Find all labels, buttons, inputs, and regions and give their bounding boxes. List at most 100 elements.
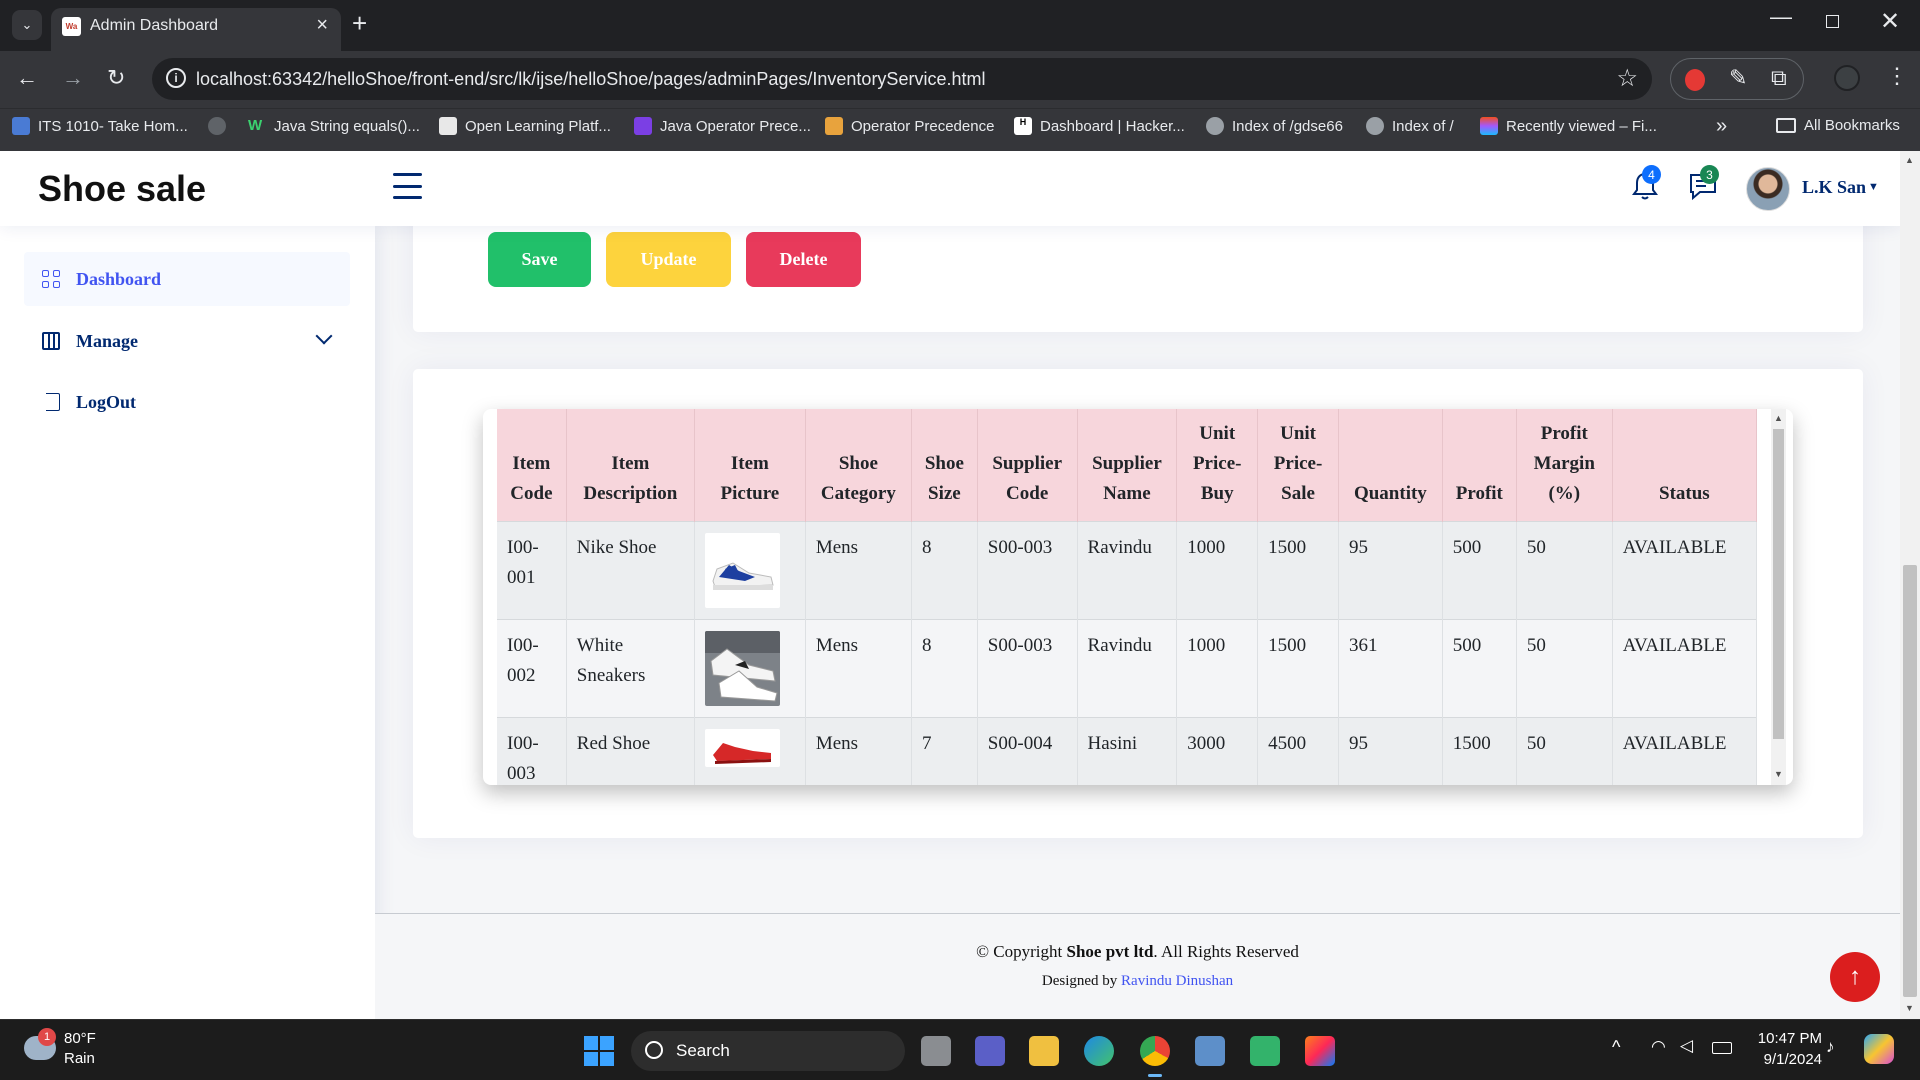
- designer-link[interactable]: Ravindu Dinushan: [1121, 973, 1233, 989]
- site-info-icon[interactable]: i: [166, 68, 186, 88]
- column-header[interactable]: Supplier Name: [1077, 409, 1178, 522]
- bookmark-item[interactable]: Operator Precedence: [825, 117, 994, 135]
- notification-center-icon[interactable]: ♪: [1826, 1037, 1835, 1057]
- page-scrollbar-thumb[interactable]: [1903, 565, 1917, 997]
- column-header[interactable]: Profit: [1442, 409, 1517, 522]
- back-arrow-icon[interactable]: ←: [16, 65, 38, 91]
- task-view-icon[interactable]: [921, 1036, 951, 1066]
- file-explorer-icon[interactable]: [1029, 1036, 1059, 1066]
- edge-browser-icon[interactable]: [1084, 1036, 1114, 1066]
- table-row[interactable]: I00-001 Nike Shoe Mens 8 S00-003 Ravindu…: [497, 521, 1758, 620]
- scroll-up-arrow-icon[interactable]: ▲: [1774, 413, 1783, 423]
- back-to-top-button[interactable]: ↑: [1830, 952, 1880, 1002]
- extensions-group: ✎ ⧉: [1670, 58, 1804, 100]
- cell-unit-price-buy: 1000: [1176, 619, 1259, 718]
- volume-icon[interactable]: ◁: [1680, 1036, 1693, 1056]
- column-header[interactable]: Profit Margin (%): [1516, 409, 1613, 522]
- window-close-icon[interactable]: ✕: [1880, 7, 1900, 36]
- caret-down-icon[interactable]: ▼: [1868, 181, 1879, 193]
- extensions-puzzle-icon[interactable]: ⧉: [1771, 65, 1787, 91]
- chrome-browser-icon[interactable]: [1140, 1036, 1170, 1077]
- weather-condition[interactable]: Rain: [64, 1050, 95, 1067]
- intellij-idea-icon[interactable]: [1305, 1036, 1335, 1066]
- photos-icon[interactable]: [1195, 1036, 1225, 1066]
- table-row[interactable]: I00-002 White Sneakers Mens 8 S00-003 Ra…: [497, 619, 1758, 718]
- browser-menu-icon[interactable]: ⋮: [1886, 63, 1908, 89]
- bookmark-item[interactable]: W Java String equals()...: [248, 117, 420, 135]
- profile-avatar-icon[interactable]: [1834, 65, 1860, 91]
- page-viewport: Shoe sale 4 3 L.K San ▼ Dashboard Manage: [0, 151, 1900, 1019]
- brand-logo[interactable]: Shoe sale: [38, 168, 206, 210]
- scroll-down-arrow-icon[interactable]: ▼: [1774, 769, 1783, 779]
- save-button[interactable]: Save: [488, 232, 591, 287]
- column-header[interactable]: Status: [1612, 409, 1758, 522]
- copilot-icon[interactable]: [1864, 1034, 1894, 1064]
- sidebar-item-label: Dashboard: [76, 268, 162, 289]
- bookmark-label: Index of /gdse66: [1232, 117, 1343, 135]
- app-green-icon[interactable]: [1250, 1036, 1280, 1066]
- globe-icon: [1366, 117, 1384, 135]
- scroll-up-arrow-icon[interactable]: ▲: [1905, 155, 1914, 165]
- dashboard-grid-icon: [42, 270, 60, 288]
- weather-temperature[interactable]: 80°F: [64, 1030, 96, 1047]
- color-picker-extension-icon[interactable]: ✎: [1729, 65, 1747, 91]
- column-header[interactable]: Item Picture: [694, 409, 806, 522]
- tab-close-icon[interactable]: ×: [316, 14, 328, 37]
- column-header[interactable]: Shoe Size: [911, 409, 978, 522]
- clock-date[interactable]: 9/1/2024: [1752, 1051, 1822, 1068]
- wifi-icon[interactable]: ◠: [1651, 1037, 1666, 1057]
- sidebar-item-logout[interactable]: LogOut: [24, 375, 350, 429]
- forward-arrow-icon[interactable]: →: [62, 65, 84, 91]
- bookmark-star-icon[interactable]: ☆: [1616, 64, 1638, 93]
- taskbar-search-box[interactable]: Search: [631, 1031, 905, 1071]
- bookmark-item[interactable]: Recently viewed – Fi...: [1480, 117, 1657, 135]
- update-button[interactable]: Update: [606, 232, 731, 287]
- reload-icon[interactable]: ↻: [107, 65, 125, 91]
- bookmark-item[interactable]: Open Learning Platf...: [439, 117, 611, 135]
- page-scrollbar[interactable]: ▲ ▼: [1900, 151, 1920, 1019]
- chevron-up-icon[interactable]: ^: [1612, 1037, 1620, 1058]
- table-header-row: Item Code Item Description Item Picture …: [497, 409, 1758, 522]
- table-row[interactable]: I00-003 Red Shoe Mens 7 S00-004 Hasini 3…: [497, 717, 1758, 785]
- column-header[interactable]: Unit Price-Sale: [1257, 409, 1339, 522]
- tab-search-button[interactable]: ⌄: [12, 10, 42, 40]
- column-header[interactable]: Unit Price-Buy: [1176, 409, 1259, 522]
- minimize-icon[interactable]: —: [1770, 4, 1792, 30]
- battery-icon[interactable]: [1712, 1042, 1732, 1054]
- company-name: Shoe pvt ltd: [1066, 942, 1154, 961]
- bookmark-item[interactable]: ITS 1010- Take Hom...: [12, 117, 188, 135]
- user-name-dropdown[interactable]: L.K San: [1802, 177, 1866, 198]
- bookmark-item[interactable]: H Dashboard | Hacker...: [1014, 117, 1185, 135]
- address-bar[interactable]: i localhost:63342/helloShoe/front-end/sr…: [152, 58, 1652, 100]
- delete-button[interactable]: Delete: [746, 232, 861, 287]
- maximize-icon[interactable]: [1826, 15, 1839, 28]
- bookmark-item-github[interactable]: [208, 117, 226, 135]
- cell-supplier-name: Hasini: [1077, 717, 1178, 785]
- table-scrollbar-thumb[interactable]: [1773, 429, 1784, 739]
- sidebar-toggle-icon[interactable]: [393, 173, 422, 199]
- windows-start-icon[interactable]: [584, 1036, 614, 1066]
- more-bookmarks-icon[interactable]: »: [1716, 115, 1727, 138]
- inventory-table-container[interactable]: Item Code Item Description Item Picture …: [483, 409, 1793, 785]
- column-header[interactable]: Quantity: [1338, 409, 1443, 522]
- scroll-down-arrow-icon[interactable]: ▼: [1905, 1003, 1914, 1013]
- new-tab-icon[interactable]: +: [352, 8, 367, 39]
- adblock-extension-icon[interactable]: [1685, 69, 1705, 91]
- column-header[interactable]: Supplier Code: [977, 409, 1078, 522]
- all-bookmarks-button[interactable]: All Bookmarks: [1776, 117, 1900, 134]
- column-header[interactable]: Item Code: [497, 409, 567, 522]
- column-header[interactable]: Item Description: [566, 409, 695, 522]
- teams-icon[interactable]: [975, 1036, 1005, 1066]
- clock-time[interactable]: 10:47 PM: [1752, 1030, 1822, 1047]
- browser-tab-admin-dashboard[interactable]: Wa Admin Dashboard ×: [51, 8, 341, 51]
- bookmark-item[interactable]: Index of /: [1366, 117, 1454, 135]
- sidebar-item-dashboard[interactable]: Dashboard: [24, 252, 350, 306]
- bookmark-item[interactable]: Java Operator Prece...: [634, 117, 811, 135]
- url-text[interactable]: localhost:63342/helloShoe/front-end/src/…: [196, 69, 985, 90]
- sidebar-item-manage[interactable]: Manage: [24, 314, 350, 368]
- globe-icon: [1206, 117, 1224, 135]
- column-header[interactable]: Shoe Category: [805, 409, 912, 522]
- user-avatar[interactable]: [1746, 167, 1790, 211]
- table-scrollbar[interactable]: ▲ ▼: [1771, 409, 1786, 785]
- bookmark-item[interactable]: Index of /gdse66: [1206, 117, 1343, 135]
